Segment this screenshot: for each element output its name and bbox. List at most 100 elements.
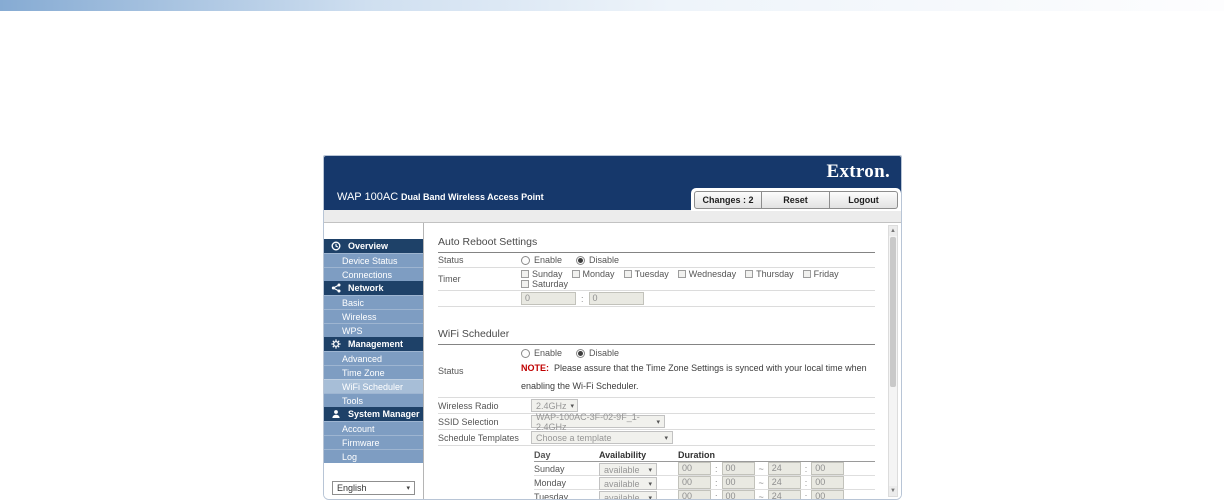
note-text: Please assure that the Time Zone Setting… — [521, 363, 867, 391]
colon-separator: : — [804, 491, 808, 500]
auto-reboot-status-row: Status Enable Disable — [438, 253, 875, 268]
colon-separator: : — [804, 463, 808, 474]
wifi-disable-radio[interactable] — [576, 348, 586, 358]
main-panel: Overview Device Status Connections Network B… — [324, 222, 901, 499]
wifi-status-row: Status Enable Disable NOTE: Please assur… — [438, 345, 875, 398]
reboot-hour-input[interactable]: 0 — [521, 292, 576, 305]
colon-separator: : — [715, 463, 718, 474]
ssid-select[interactable]: WAP-100AC-3F-02-9F_1-2.4GHz ▾ — [531, 412, 665, 432]
schedule-day-label: Monday — [534, 477, 567, 488]
duration-to-minute-input[interactable]: 00 — [811, 490, 845, 499]
auto-reboot-disable-radio[interactable] — [576, 255, 586, 265]
auto-reboot-enable-radio[interactable] — [521, 255, 530, 265]
duration-from-minute-input[interactable]: 00 — [721, 490, 755, 499]
sidebar-item-advanced[interactable]: Advanced — [324, 351, 423, 365]
sidebar-item-connections[interactable]: Connections — [324, 267, 423, 281]
duration-to-hour-input[interactable]: 24 — [767, 462, 801, 475]
chevron-down-icon: ▾ — [664, 434, 668, 442]
duration-group: 00:00 ~24:00 — [678, 476, 845, 489]
timer-day-label: Saturday — [532, 279, 569, 289]
schedule-table-section: Schedule Table Day Availability Duration… — [438, 448, 875, 499]
vertical-scrollbar[interactable]: ▲ ▼ — [888, 225, 898, 497]
auto-reboot-time-row: 0 : 0 — [438, 291, 875, 307]
duration-from-minute-input[interactable]: 00 — [721, 462, 755, 475]
wifi-disable-radio-label: Disable — [589, 348, 620, 358]
logout-button[interactable]: Logout — [830, 191, 898, 209]
schedule-template-select[interactable]: Choose a template ▾ — [531, 431, 673, 444]
sidebar-item-account[interactable]: Account — [324, 421, 423, 435]
wifi-scheduler-title: WiFi Scheduler — [438, 328, 510, 340]
sidebar-section-system-manager[interactable]: System Manager — [324, 407, 423, 421]
timer-day-wednesday: Wednesday — [677, 269, 737, 279]
sidebar-item-basic[interactable]: Basic — [324, 295, 423, 309]
timer-day-friday: Friday — [802, 269, 839, 279]
sidebar-section-label: Network — [348, 283, 384, 293]
tilde-separator: ~ — [758, 491, 764, 500]
auto-reboot-title: Auto Reboot Settings — [438, 236, 538, 248]
duration-column-header: Duration — [678, 449, 715, 460]
language-select[interactable]: English ▾ — [332, 481, 415, 495]
duration-to-minute-input[interactable]: 00 — [811, 462, 845, 475]
schedule-table: Day Availability Duration Sunday availabl… — [534, 448, 875, 499]
duration-to-hour-input[interactable]: 24 — [767, 490, 801, 499]
sidebar-item-time-zone[interactable]: Time Zone — [324, 365, 423, 379]
sidebar-item-wireless[interactable]: Wireless — [324, 309, 423, 323]
chevron-down-icon: ▾ — [656, 418, 660, 426]
changes-button[interactable]: Changes : 2 — [694, 191, 762, 209]
chevron-down-icon: ▾ — [570, 402, 575, 410]
timer-day-label: Wednesday — [688, 269, 737, 279]
timer-day-thursday: Thursday — [745, 269, 794, 279]
duration-to-hour-input[interactable]: 24 — [767, 476, 801, 489]
sidebar-section-overview[interactable]: Overview — [324, 239, 423, 253]
timer-day-tuesday: Tuesday — [623, 269, 669, 279]
sidebar-item-tools[interactable]: Tools — [324, 393, 423, 407]
scrollbar-down-icon[interactable]: ▼ — [889, 486, 897, 496]
duration-from-hour-input[interactable]: 00 — [678, 490, 711, 499]
sidebar-section-label: Management — [348, 339, 404, 349]
schedule-row-monday: Monday available ▾ 00:00 ~24:00 — [534, 476, 875, 490]
timer-day-checkbox-wednesday[interactable] — [677, 270, 686, 278]
timer-day-checkbox-monday[interactable] — [571, 270, 580, 278]
wifi-status-label: Status — [438, 366, 464, 376]
timer-day-checkbox-sunday[interactable] — [521, 270, 529, 278]
reboot-minute-input[interactable]: 0 — [588, 292, 644, 305]
sidebar-item-device-status[interactable]: Device Status — [324, 253, 423, 267]
sidebar-section-network[interactable]: Network — [324, 281, 423, 295]
timer-day-checkbox-saturday[interactable] — [521, 280, 529, 288]
duration-group: 00:00 ~24:00 — [678, 462, 845, 475]
availability-select-tuesday[interactable]: available ▾ — [599, 491, 657, 499]
sidebar-item-log[interactable]: Log — [324, 449, 423, 463]
overview-icon — [331, 241, 341, 251]
duration-to-minute-input[interactable]: 00 — [811, 476, 845, 489]
sidebar-item-wps[interactable]: WPS — [324, 323, 423, 337]
sidebar: Overview Device Status Connections Network B… — [324, 223, 424, 499]
schedule-rows: Sunday available ▾ 00:00 ~24:00 Monday availab… — [534, 462, 875, 499]
duration-from-hour-input[interactable]: 00 — [678, 462, 711, 475]
wifi-enable-radio[interactable] — [521, 348, 530, 358]
timer-day-checkbox-thursday[interactable] — [745, 270, 754, 278]
sidebar-item-firmware[interactable]: Firmware — [324, 435, 423, 449]
sidebar-section-management[interactable]: Management — [324, 337, 423, 351]
timer-label: Timer — [438, 274, 461, 284]
wireless-radio-select[interactable]: 2.4GHz ▾ — [531, 399, 578, 412]
scrollbar-up-icon[interactable]: ▲ — [889, 226, 897, 236]
ssid-value: WAP-100AC-3F-02-9F_1-2.4GHz — [536, 411, 640, 432]
header-buttons: Changes : 2 Reset Logout — [691, 188, 901, 211]
schedule-day-label: Tuesday — [534, 491, 569, 500]
schedule-row-sunday: Sunday available ▾ 00:00 ~24:00 — [534, 462, 875, 476]
gear-icon — [331, 339, 341, 349]
reset-button[interactable]: Reset — [762, 191, 830, 209]
scrollbar-thumb[interactable] — [890, 237, 896, 387]
chevron-down-icon: ▾ — [406, 485, 410, 492]
device-subtitle: Dual Band Wireless Access Point — [401, 192, 544, 202]
app-window: Extron. WAP 100AC Dual Band Wireless Acc… — [323, 155, 902, 500]
duration-from-minute-input[interactable]: 00 — [721, 476, 755, 489]
user-icon — [331, 409, 341, 419]
timer-day-label: Friday — [813, 269, 839, 279]
duration-from-hour-input[interactable]: 00 — [678, 476, 711, 489]
sidebar-item-wifi-scheduler[interactable]: WiFi Scheduler — [324, 379, 423, 393]
timer-day-checkbox-tuesday[interactable] — [623, 270, 632, 278]
timer-day-sunday: Sunday — [521, 269, 563, 279]
timer-day-checkbox-friday[interactable] — [802, 270, 811, 278]
scheduler-note: NOTE: Please assure that the Time Zone S… — [521, 358, 867, 393]
